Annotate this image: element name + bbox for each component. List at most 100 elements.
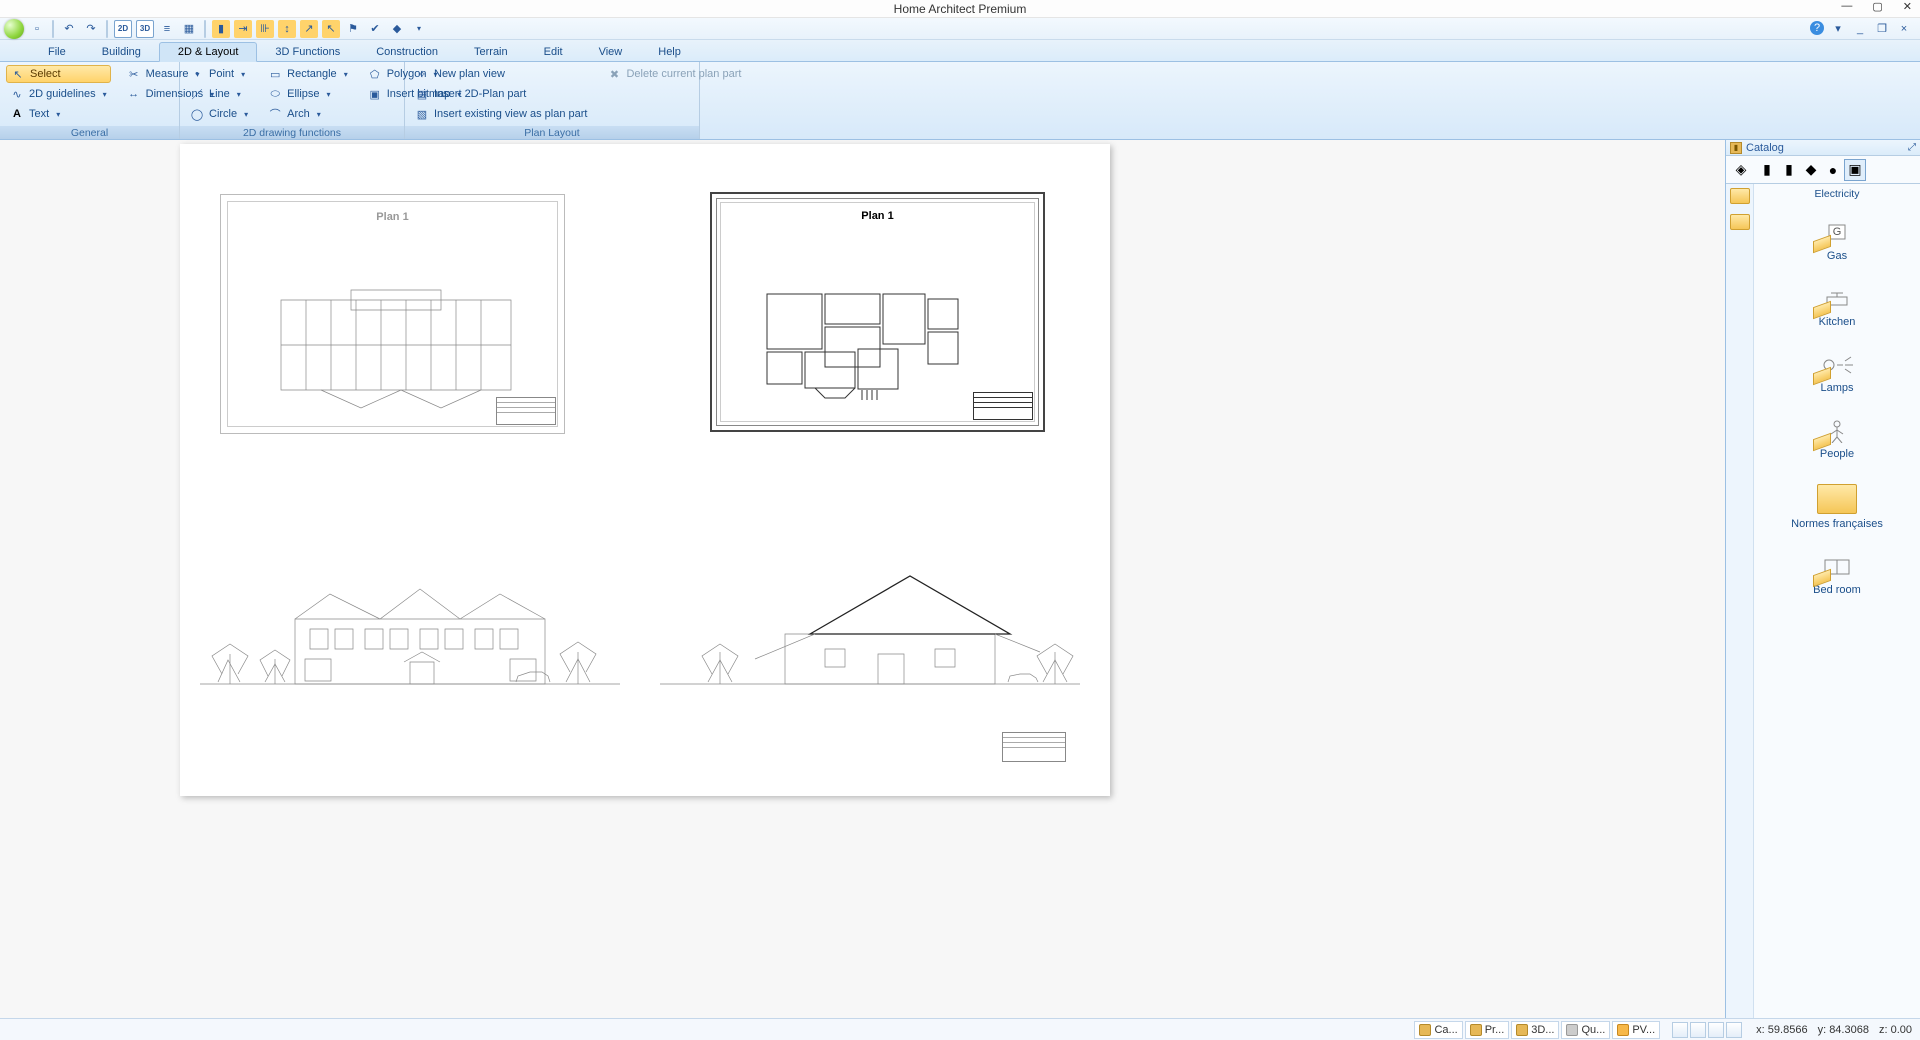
circle-button[interactable]: ◯Circle▾ xyxy=(186,105,252,123)
coord-y: y: 84.3068 xyxy=(1818,1024,1869,1036)
close-button[interactable]: ✕ xyxy=(1899,0,1916,13)
plan-view-2[interactable]: Plan 1 xyxy=(710,192,1045,432)
tab-terrain[interactable]: Terrain xyxy=(456,43,526,61)
catalog-title-bar[interactable]: ▮ Catalog ⤢ xyxy=(1726,140,1920,156)
guidelines-button[interactable]: ∿2D guidelines▾ xyxy=(6,85,111,103)
insert-existing-label: Insert existing view as plan part xyxy=(434,108,587,120)
drawing-canvas[interactable]: Plan 1 xyxy=(0,140,1725,1018)
status-view-4[interactable] xyxy=(1726,1022,1742,1038)
tab-3d-functions[interactable]: 3D Functions xyxy=(257,43,358,61)
minimize-button[interactable]: — xyxy=(1837,0,1856,13)
tool-cursor-icon[interactable]: ↖ xyxy=(322,20,340,38)
window-close-icon[interactable]: × xyxy=(1896,21,1912,37)
paper-sheet: Plan 1 xyxy=(180,144,1110,796)
catalog-item-list[interactable]: Electricity G Gas Kitchen Lamps People xyxy=(1754,184,1920,1018)
tab-view[interactable]: View xyxy=(581,43,641,61)
view-3d-icon[interactable]: 3D xyxy=(136,20,154,38)
folder-icon xyxy=(1470,1024,1482,1036)
catalog-tab-4[interactable]: ● xyxy=(1822,159,1844,181)
tool-d-icon[interactable]: ↕ xyxy=(278,20,296,38)
tool-e-icon[interactable]: ↗ xyxy=(300,20,318,38)
delete-plan-part-button[interactable]: ✖Delete current plan part xyxy=(603,65,745,83)
qat-dropdown-icon[interactable]: ▾ xyxy=(410,20,428,38)
view-grid-icon[interactable]: ▦ xyxy=(180,20,198,38)
status-view-3[interactable] xyxy=(1708,1022,1724,1038)
elevation-side[interactable] xyxy=(660,564,1080,689)
catalog-item-people[interactable]: People xyxy=(1754,402,1920,468)
new-file-icon[interactable]: ▫ xyxy=(28,20,46,38)
catalog-item-bedroom[interactable]: Bed room xyxy=(1754,538,1920,604)
catalog-item-electricity-label: Electricity xyxy=(1754,186,1920,204)
status-tab-project[interactable]: Pr... xyxy=(1465,1021,1510,1039)
point-icon: • xyxy=(190,67,204,81)
rectangle-icon: ▭ xyxy=(268,67,282,81)
window-minimize-icon[interactable]: _ xyxy=(1852,21,1868,37)
redo-icon[interactable]: ↷ xyxy=(82,20,100,38)
catalog-item-lamps[interactable]: Lamps xyxy=(1754,336,1920,402)
view-2d-icon[interactable]: 2D xyxy=(114,20,132,38)
catalog-icon: ▮ xyxy=(1730,142,1742,154)
ellipse-button[interactable]: ⬭Ellipse▾ xyxy=(264,85,352,103)
view-lines-icon[interactable]: ≡ xyxy=(158,20,176,38)
tab-building[interactable]: Building xyxy=(84,43,159,61)
plan-view-1[interactable]: Plan 1 xyxy=(220,194,565,434)
catalog-category-1[interactable] xyxy=(1730,188,1750,204)
status-view-1[interactable] xyxy=(1672,1022,1688,1038)
catalog-tab-3[interactable]: ◆ xyxy=(1800,159,1822,181)
rectangle-button[interactable]: ▭Rectangle▾ xyxy=(264,65,352,83)
window-restore-icon[interactable]: ❐ xyxy=(1874,21,1890,37)
tool-a-icon[interactable]: ▮ xyxy=(212,20,230,38)
plan-1-title: Plan 1 xyxy=(376,211,408,223)
tool-paint-icon[interactable]: ◆ xyxy=(388,20,406,38)
app-orb-button[interactable] xyxy=(4,19,24,39)
catalog-collapse-icon[interactable]: ⤢ xyxy=(1908,142,1916,153)
tool-b-icon[interactable]: ⇥ xyxy=(234,20,252,38)
insert-existing-button[interactable]: ▧Insert existing view as plan part xyxy=(411,105,591,123)
help-icon[interactable]: ? xyxy=(1810,21,1824,35)
dropdown-icon: ▾ xyxy=(56,110,60,119)
catalog-item-gas[interactable]: G Gas xyxy=(1754,204,1920,270)
catalog-category-2[interactable] xyxy=(1730,214,1750,230)
tab-file[interactable]: File xyxy=(30,43,84,61)
undo-icon[interactable]: ↶ xyxy=(60,20,78,38)
status-tab-3d[interactable]: 3D... xyxy=(1511,1021,1559,1039)
status-tab-qu[interactable]: Qu... xyxy=(1561,1021,1610,1039)
status-tab-catalog[interactable]: Ca... xyxy=(1414,1021,1462,1039)
tab-2d-layout[interactable]: 2D & Layout xyxy=(159,42,258,62)
line-button[interactable]: ／Line▾ xyxy=(186,85,252,103)
arch-button[interactable]: ⌒Arch▾ xyxy=(264,105,352,123)
catalog-item-normes[interactable]: Normes françaises xyxy=(1754,468,1920,538)
select-button[interactable]: ↖Select xyxy=(6,65,111,83)
ribbon-minimize-icon[interactable]: ▾ xyxy=(1830,21,1846,37)
status-tab-pv[interactable]: PV... xyxy=(1612,1021,1660,1039)
catalog-tab-5[interactable]: ▣ xyxy=(1844,159,1866,181)
status-view-2[interactable] xyxy=(1690,1022,1706,1038)
group-layout-label: Plan Layout xyxy=(405,126,699,139)
catalog-tab-2[interactable]: ▮ xyxy=(1778,159,1800,181)
delete-icon: ✖ xyxy=(607,67,621,81)
cursor-icon: ↖ xyxy=(11,67,25,81)
tab-construction[interactable]: Construction xyxy=(358,43,456,61)
elevation-front[interactable] xyxy=(200,564,620,689)
tab-help[interactable]: Help xyxy=(640,43,699,61)
tool-c-icon[interactable]: ⊪ xyxy=(256,20,274,38)
line-icon: ／ xyxy=(190,87,204,101)
text-button[interactable]: AText▾ xyxy=(6,105,111,123)
catalog-item-label: Kitchen xyxy=(1819,316,1856,328)
catalog-tab-home[interactable]: ◈ xyxy=(1730,159,1752,181)
dropdown-icon: ▾ xyxy=(103,90,107,99)
coord-x: x: 59.8566 xyxy=(1756,1024,1807,1036)
insert-2d-plan-button[interactable]: ▤Insert 2D-Plan part xyxy=(411,85,591,103)
quick-access-toolbar: ▫ ↶ ↷ 2D 3D ≡ ▦ ▮ ⇥ ⊪ ↕ ↗ ↖ ⚑ ✔ ◆ ▾ ? ▾ … xyxy=(0,18,1920,40)
new-plan-view-button[interactable]: ✧New plan view xyxy=(411,65,591,83)
tool-check-icon[interactable]: ✔ xyxy=(366,20,384,38)
folder-icon xyxy=(1516,1024,1528,1036)
point-button[interactable]: •Point▾ xyxy=(186,65,252,83)
tool-flag-icon[interactable]: ⚑ xyxy=(344,20,362,38)
tab-edit[interactable]: Edit xyxy=(526,43,581,61)
maximize-button[interactable]: ▢ xyxy=(1868,0,1886,13)
catalog-item-label: Normes françaises xyxy=(1791,518,1883,530)
coord-z: z: 0.00 xyxy=(1879,1024,1912,1036)
catalog-item-kitchen[interactable]: Kitchen xyxy=(1754,270,1920,336)
catalog-tab-1[interactable]: ▮ xyxy=(1756,159,1778,181)
